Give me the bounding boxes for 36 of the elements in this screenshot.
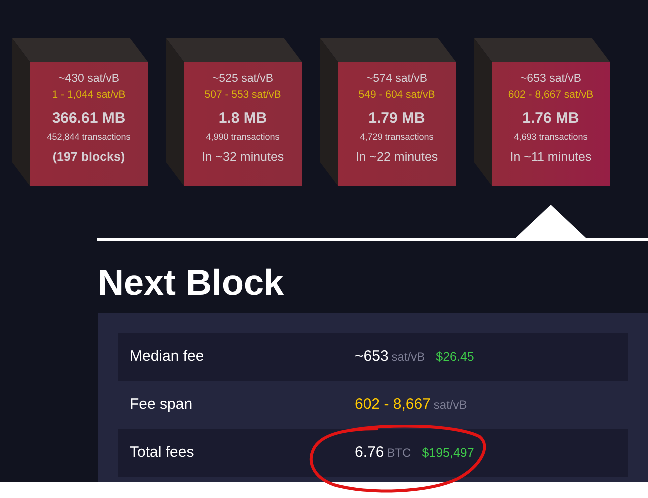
block-eta: In ~32 minutes: [202, 149, 284, 166]
block-size: 1.76 MB: [522, 109, 580, 129]
median-fee: ~430 sat/vB: [58, 72, 120, 87]
block-size: 366.61 MB: [52, 109, 126, 129]
median-fee: ~574 sat/vB: [366, 72, 428, 87]
block-eta: In ~22 minutes: [356, 149, 438, 166]
block-card[interactable]: ~653 sat/vB 602 - 8,667 sat/vB 1.76 MB 4,693 transactions In ~11 minutes: [492, 62, 610, 186]
block-eta: In ~11 minutes: [510, 149, 592, 166]
section-title: Next Block: [98, 261, 286, 305]
fiat-value: $26.45: [436, 348, 474, 366]
row-value: 602 - 8,667: [355, 394, 431, 415]
fee-range: 1 - 1,044 sat/vB: [52, 88, 126, 103]
row-value: 6.76: [355, 442, 384, 463]
block-card[interactable]: ~525 sat/vB 507 - 553 sat/vB 1.8 MB 4,990 transactions In ~32 minutes: [184, 62, 302, 186]
fee-range: 507 - 553 sat/vB: [204, 88, 282, 103]
fiat-value: $195,497: [422, 444, 474, 462]
transaction-count: 4,990 transactions: [206, 131, 280, 144]
block-eta: (197 blocks): [52, 149, 126, 166]
unit-label: sat/vB: [434, 396, 468, 414]
median-fee: ~525 sat/vB: [212, 72, 274, 87]
unit-label: BTC: [387, 444, 412, 462]
fee-range: 549 - 604 sat/vB: [358, 88, 436, 103]
unit-label: sat/vB: [392, 348, 426, 366]
block-size: 1.79 MB: [368, 109, 426, 129]
median-fee: ~653 sat/vB: [520, 72, 582, 87]
row-label: Fee span: [130, 394, 194, 415]
block-size: 1.8 MB: [218, 109, 268, 129]
fee-range: 602 - 8,667 sat/vB: [508, 88, 594, 103]
row-value: ~653: [355, 346, 389, 367]
block-card[interactable]: ~430 sat/vB 1 - 1,044 sat/vB 366.61 MB 452,844 transactions (197 blocks): [30, 62, 148, 186]
transaction-count: 4,729 transactions: [360, 131, 434, 144]
block-card[interactable]: ~574 sat/vB 549 - 604 sat/vB 1.79 MB 4,729 transactions In ~22 minutes: [338, 62, 456, 186]
transaction-count: 4,693 transactions: [514, 131, 588, 144]
row-label: Median fee: [130, 346, 206, 367]
transaction-count: 452,844 transactions: [47, 131, 131, 144]
row-label: Total fees: [130, 442, 196, 463]
